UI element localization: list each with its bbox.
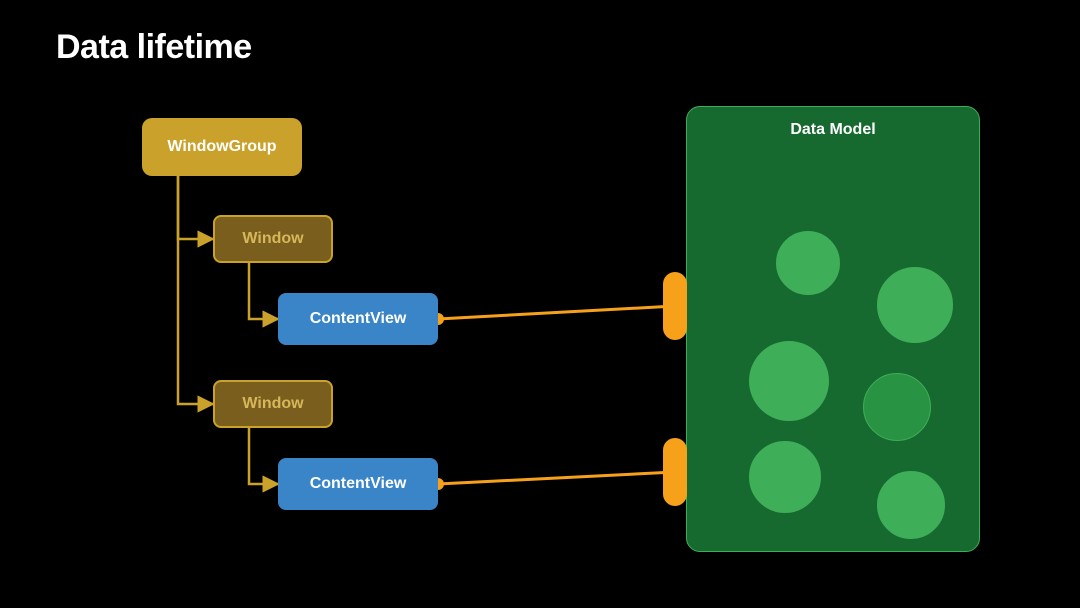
diagram-canvas: Data Model WindowGroup Window Window Con… xyxy=(0,0,1080,608)
data-bubble-3 xyxy=(749,341,829,421)
data-bubble-6 xyxy=(877,471,945,539)
window-label-2: Window xyxy=(242,395,303,413)
windowgroup-label: WindowGroup xyxy=(167,138,276,156)
window-node-1: Window xyxy=(213,215,333,263)
data-bubble-2 xyxy=(877,267,953,343)
window-label-1: Window xyxy=(242,230,303,248)
data-model-title: Data Model xyxy=(687,121,979,139)
contentview-label-2: ContentView xyxy=(310,475,407,493)
data-model-panel: Data Model xyxy=(686,106,980,552)
window-node-2: Window xyxy=(213,380,333,428)
data-bubble-1 xyxy=(776,231,840,295)
data-bubble-4 xyxy=(863,373,931,441)
data-bubble-5 xyxy=(749,441,821,513)
contentview-node-2: ContentView xyxy=(278,458,438,510)
contentview-label-1: ContentView xyxy=(310,310,407,328)
contentview-node-1: ContentView xyxy=(278,293,438,345)
windowgroup-node: WindowGroup xyxy=(142,118,302,176)
